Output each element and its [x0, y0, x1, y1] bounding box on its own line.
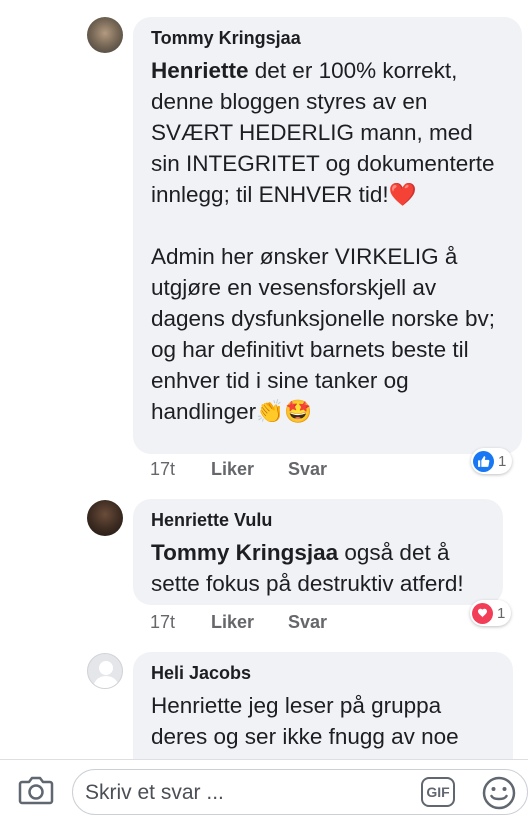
comment-time[interactable]: 17t: [150, 612, 211, 633]
comment-actions: 17t Liker Svar: [150, 459, 361, 480]
comment-author[interactable]: Tommy Kringsjaa: [151, 27, 504, 49]
reaction-number: 1: [497, 604, 506, 622]
avatar[interactable]: [87, 653, 123, 689]
comment-text: Henriette det er 100% korrekt, denne blo…: [151, 55, 504, 427]
comment-text: Tommy Kringsjaa også det å sette fokus p…: [151, 537, 485, 599]
reaction-count[interactable]: 1: [470, 600, 512, 626]
reply-input[interactable]: Skriv et svar ... GIF: [72, 769, 528, 815]
like-button[interactable]: Liker: [211, 612, 254, 633]
camera-icon[interactable]: [18, 774, 54, 806]
like-button[interactable]: Liker: [211, 459, 254, 480]
comment-body: det er 100% korrekt, denne bloggen styre…: [151, 58, 495, 424]
mention-link[interactable]: Tommy Kringsjaa: [151, 540, 338, 565]
comment-bubble: Tommy Kringsjaa Henriette det er 100% ko…: [133, 17, 522, 454]
reply-button[interactable]: Svar: [288, 612, 327, 633]
comment-time[interactable]: 17t: [150, 459, 211, 480]
smiley-icon[interactable]: [481, 775, 517, 811]
reply-composer: Skriv et svar ... GIF: [0, 759, 528, 821]
reaction-number: 1: [498, 452, 507, 470]
mention-link[interactable]: Henriette: [151, 58, 249, 83]
comment-actions: 17t Liker Svar: [150, 612, 361, 633]
comment-author[interactable]: Heli Jacobs: [151, 662, 495, 684]
avatar[interactable]: [87, 500, 123, 536]
reply-button[interactable]: Svar: [288, 459, 327, 480]
like-icon: [473, 450, 494, 472]
gif-button[interactable]: GIF: [421, 777, 455, 807]
reaction-count[interactable]: 1: [471, 448, 513, 474]
comment-body: Henriette jeg leser på gruppa deres og s…: [151, 693, 459, 749]
heart-icon: [472, 602, 493, 624]
avatar[interactable]: [87, 17, 123, 53]
reply-placeholder: Skriv et svar ...: [85, 781, 224, 804]
comment-author[interactable]: Henriette Vulu: [151, 509, 485, 531]
comment-bubble: Henriette Vulu Tommy Kringsjaa også det …: [133, 499, 503, 605]
default-avatar-icon: [93, 661, 119, 688]
